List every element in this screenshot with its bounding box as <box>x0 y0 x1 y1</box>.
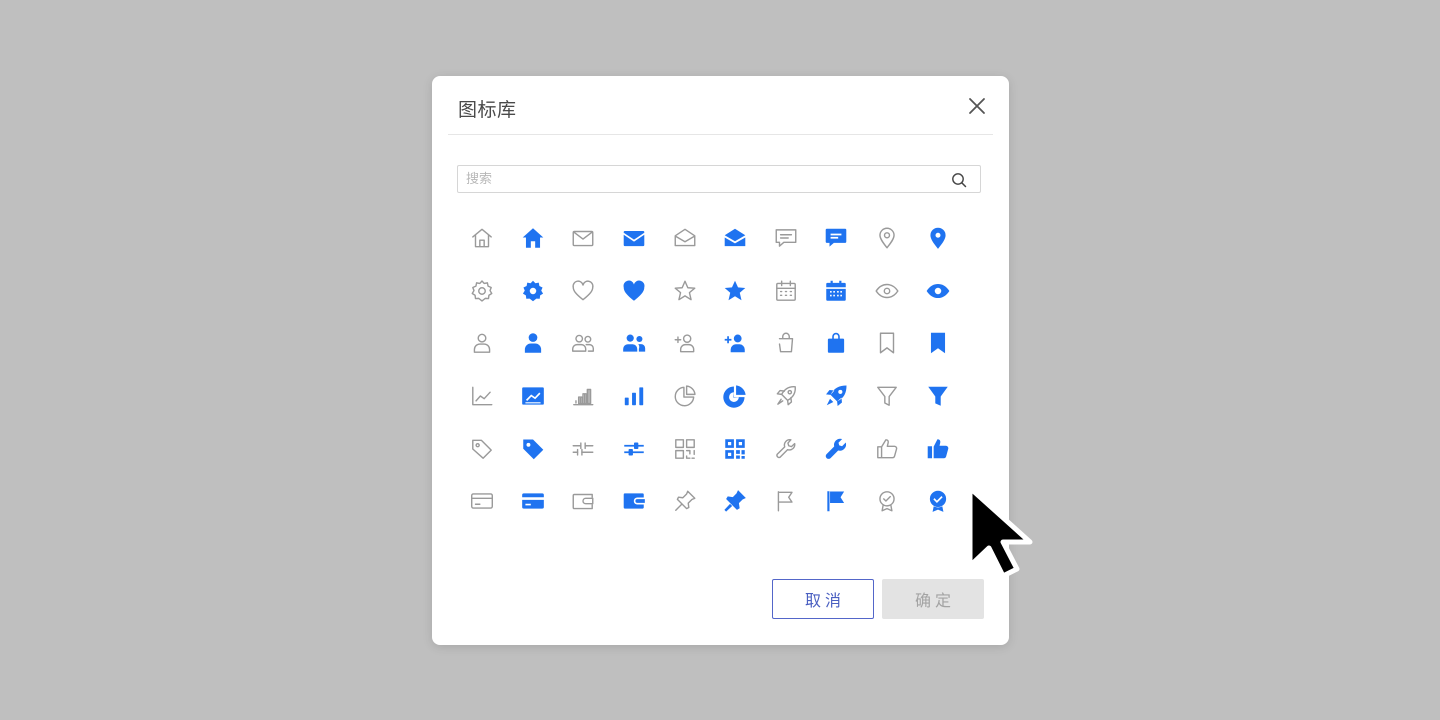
settings-outline-icon[interactable] <box>457 265 508 318</box>
location-outline-icon[interactable] <box>862 212 913 265</box>
dialog-header: 图标库 <box>448 76 993 135</box>
pin-outline-icon[interactable] <box>659 475 710 528</box>
settings-filled-icon[interactable] <box>508 265 559 318</box>
rocket-filled-icon[interactable] <box>811 370 862 423</box>
flag-outline-icon[interactable] <box>761 475 812 528</box>
search-icon[interactable] <box>951 172 967 188</box>
pie-chart-outline-icon[interactable] <box>659 370 710 423</box>
bookmark-filled-icon[interactable] <box>912 317 963 370</box>
search-input[interactable] <box>458 166 954 192</box>
calendar-outline-icon[interactable] <box>761 265 812 318</box>
icon-library-dialog: 图标库 取消 确定 <box>432 76 1009 645</box>
message-outline-icon[interactable] <box>761 212 812 265</box>
thumbs-up-filled-icon[interactable] <box>912 422 963 475</box>
tag-outline-icon[interactable] <box>457 422 508 475</box>
user-add-filled-icon[interactable] <box>710 317 761 370</box>
user-add-outline-icon[interactable] <box>659 317 710 370</box>
home-filled-icon[interactable] <box>508 212 559 265</box>
badge-filled-icon[interactable] <box>912 475 963 528</box>
line-chart-outline-icon[interactable] <box>457 370 508 423</box>
bar-chart-filled-icon[interactable] <box>609 370 660 423</box>
users-outline-icon[interactable] <box>558 317 609 370</box>
users-filled-icon[interactable] <box>609 317 660 370</box>
bag-filled-icon[interactable] <box>811 317 862 370</box>
mail-open-filled-icon[interactable] <box>710 212 761 265</box>
wallet-outline-icon[interactable] <box>558 475 609 528</box>
flag-filled-icon[interactable] <box>811 475 862 528</box>
close-icon[interactable] <box>967 96 987 116</box>
bar-chart-outline-icon[interactable] <box>558 370 609 423</box>
icon-grid <box>457 212 963 528</box>
filter-outline-icon[interactable] <box>862 370 913 423</box>
sliders-outline-icon[interactable] <box>558 422 609 475</box>
calendar-filled-icon[interactable] <box>811 265 862 318</box>
mail-open-outline-icon[interactable] <box>659 212 710 265</box>
credit-card-outline-icon[interactable] <box>457 475 508 528</box>
heart-filled-icon[interactable] <box>609 265 660 318</box>
message-filled-icon[interactable] <box>811 212 862 265</box>
qrcode-outline-icon[interactable] <box>659 422 710 475</box>
search-box <box>457 165 981 193</box>
bookmark-outline-icon[interactable] <box>862 317 913 370</box>
user-filled-icon[interactable] <box>508 317 559 370</box>
cancel-button[interactable]: 取消 <box>772 579 874 619</box>
wrench-outline-icon[interactable] <box>761 422 812 475</box>
dialog-title: 图标库 <box>458 99 517 121</box>
home-outline-icon[interactable] <box>457 212 508 265</box>
pin-filled-icon[interactable] <box>710 475 761 528</box>
star-filled-icon[interactable] <box>710 265 761 318</box>
heart-outline-icon[interactable] <box>558 265 609 318</box>
credit-card-filled-icon[interactable] <box>508 475 559 528</box>
pie-chart-filled-icon[interactable] <box>710 370 761 423</box>
filter-filled-icon[interactable] <box>912 370 963 423</box>
mail-outline-icon[interactable] <box>558 212 609 265</box>
thumbs-up-outline-icon[interactable] <box>862 422 913 475</box>
confirm-button[interactable]: 确定 <box>882 579 984 619</box>
location-filled-icon[interactable] <box>912 212 963 265</box>
eye-outline-icon[interactable] <box>862 265 913 318</box>
star-outline-icon[interactable] <box>659 265 710 318</box>
rocket-outline-icon[interactable] <box>761 370 812 423</box>
badge-outline-icon[interactable] <box>862 475 913 528</box>
eye-filled-icon[interactable] <box>912 265 963 318</box>
user-outline-icon[interactable] <box>457 317 508 370</box>
mail-filled-icon[interactable] <box>609 212 660 265</box>
tag-filled-icon[interactable] <box>508 422 559 475</box>
mouse-cursor-icon <box>962 482 1042 582</box>
bag-outline-icon[interactable] <box>761 317 812 370</box>
sliders-filled-icon[interactable] <box>609 422 660 475</box>
qrcode-filled-icon[interactable] <box>710 422 761 475</box>
line-chart-filled-icon[interactable] <box>508 370 559 423</box>
wrench-filled-icon[interactable] <box>811 422 862 475</box>
wallet-filled-icon[interactable] <box>609 475 660 528</box>
